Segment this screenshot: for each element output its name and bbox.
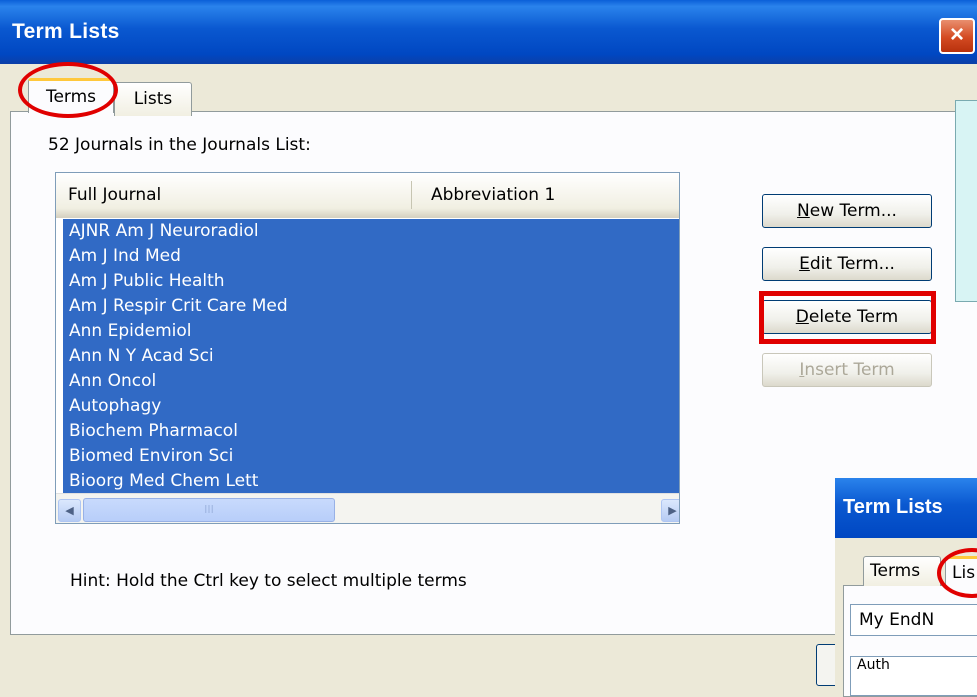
scroll-left-icon[interactable]: ◀ <box>58 499 81 522</box>
list-item[interactable]: Ann Epidemiol <box>63 319 679 344</box>
list-item[interactable]: Am J Ind Med <box>63 244 679 269</box>
list-item[interactable]: Bioorg Med Chem Lett <box>63 469 679 493</box>
insert-term-button: Insert Term <box>762 353 932 387</box>
list-item[interactable]: AJNR Am J Neuroradiol <box>63 219 679 244</box>
list-item[interactable]: Ann Oncol <box>63 369 679 394</box>
hint-text: Hint: Hold the Ctrl key to select multip… <box>70 571 467 591</box>
column-header-abbreviation[interactable]: Abbreviation 1 <box>431 185 555 205</box>
new-term-button[interactable]: New Term... <box>762 194 932 228</box>
scroll-right-icon[interactable]: ▶ <box>661 499 679 522</box>
list-item[interactable]: Biomed Environ Sci <box>63 444 679 469</box>
list-rows: AJNR Am J Neuroradiol Am J Ind Med Am J … <box>56 217 679 493</box>
tab-lists[interactable]: Lists <box>114 82 192 116</box>
overlay-list-box[interactable]: Auth <box>850 656 977 696</box>
column-header-full-journal[interactable]: Full Journal <box>68 185 161 205</box>
delete-term-highlight-box <box>759 291 936 344</box>
edit-term-button[interactable]: Edit Term... <box>762 247 932 281</box>
column-separator[interactable] <box>411 181 412 209</box>
close-button[interactable]: × <box>939 18 975 54</box>
horizontal-scroll-thumb[interactable]: III <box>83 498 335 522</box>
terms-tab-highlight-circle <box>18 62 118 118</box>
title-bar: Term Lists × <box>0 0 977 64</box>
overlay-term-lists-window: Term Lists Terms Lis My EndN Auth <box>835 478 977 697</box>
list-header: Full Journal Abbreviation 1 <box>56 173 679 218</box>
window-title: Term Lists <box>12 20 120 43</box>
list-item[interactable]: Am J Public Health <box>63 269 679 294</box>
list-item[interactable]: Autophagy <box>63 394 679 419</box>
list-count-label: 52 Journals in the Journals List: <box>48 135 311 155</box>
list-item[interactable]: Am J Respir Crit Care Med <box>63 294 679 319</box>
list-item[interactable]: Biochem Pharmacol <box>63 419 679 444</box>
overlay-list-field[interactable]: My EndN <box>850 604 977 636</box>
overlay-tab-terms[interactable]: Terms <box>863 556 941 586</box>
journal-listbox[interactable]: Full Journal Abbreviation 1 AJNR Am J Ne… <box>55 172 680 524</box>
callout-box <box>955 100 977 302</box>
overlay-title-bar: Term Lists <box>835 478 977 538</box>
list-item[interactable]: Ann N Y Acad Sci <box>63 344 679 369</box>
overlay-window-title: Term Lists <box>843 496 943 518</box>
horizontal-scrollbar[interactable]: ◀ III ▶ <box>56 493 679 523</box>
